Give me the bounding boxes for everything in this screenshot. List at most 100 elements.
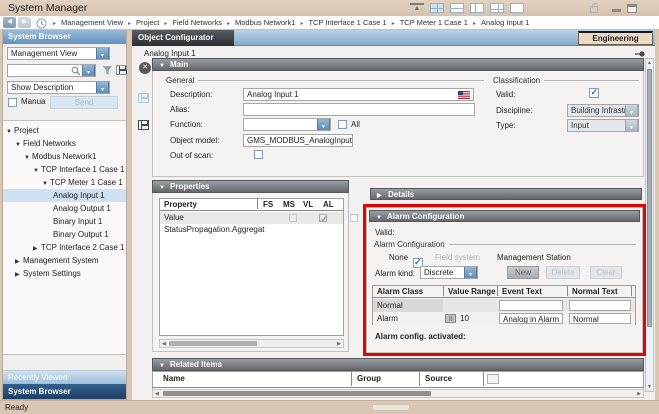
ms-checkbox[interactable] <box>319 214 327 222</box>
chevron-down-icon[interactable] <box>96 81 109 94</box>
column-header[interactable]: Event Text <box>502 286 542 298</box>
collapse-icon[interactable]: ▼ <box>159 360 170 372</box>
valid-checkbox[interactable] <box>589 88 599 98</box>
tree-item-binary-input-1[interactable]: Binary Input 1 <box>3 215 126 228</box>
back-button[interactable]: ◀ <box>3 17 16 28</box>
breadcrumb-item[interactable]: TCP Meter 1 Case 1 <box>387 18 468 27</box>
splitter-grip[interactable] <box>372 404 410 411</box>
table-row[interactable]: Value <box>160 212 343 224</box>
search-input[interactable] <box>7 64 96 77</box>
column-header[interactable]: Property <box>164 199 197 211</box>
scrollbar-thumb[interactable] <box>169 341 257 346</box>
column-header[interactable]: Group <box>357 372 381 386</box>
collapse-icon[interactable]: ▶ <box>377 191 388 202</box>
delete-button[interactable]: Delete <box>546 266 580 279</box>
column-header[interactable]: Value Range <box>448 286 496 298</box>
discipline-dropdown[interactable]: Building Infrastructu <box>567 104 639 117</box>
alias-input[interactable] <box>243 103 475 116</box>
table-row[interactable]: Normal <box>373 299 635 312</box>
type-dropdown[interactable]: Input <box>567 119 639 132</box>
tree-item-system-settings[interactable]: ▶System Settings <box>3 267 126 280</box>
expand-icon[interactable]: ▼ <box>24 152 32 163</box>
save-filter-icon[interactable] <box>116 65 127 75</box>
scrollbar-thumb[interactable] <box>163 391 431 396</box>
save-icon[interactable] <box>138 93 149 103</box>
column-header[interactable]: Name <box>163 372 185 386</box>
expand-icon[interactable]: ▼ <box>6 126 14 137</box>
tab-system-browser[interactable]: System Browser <box>3 384 126 399</box>
chevron-down-icon[interactable] <box>317 118 330 131</box>
out-of-scan-checkbox[interactable] <box>254 150 263 159</box>
event-text-input[interactable] <box>499 300 563 311</box>
collapse-icon[interactable]: ▼ <box>159 60 170 72</box>
tree-item-analog-output-1[interactable]: Analog Output 1 <box>3 202 126 215</box>
expand-icon[interactable]: ▼ <box>15 139 23 150</box>
section-header-related-items[interactable]: ▼Related Items <box>152 358 644 371</box>
column-header[interactable]: FS <box>263 199 273 211</box>
section-header-details[interactable]: ▶Details <box>370 188 642 200</box>
normal-text-input[interactable] <box>569 300 631 311</box>
column-header[interactable]: Alarm Class <box>377 286 423 298</box>
tree-item-modbus-network1[interactable]: ▼Modbus Network1 <box>3 150 126 163</box>
normal-text-input[interactable]: Normal <box>569 313 631 324</box>
layout-single-icon[interactable] <box>510 3 524 13</box>
layout-quad-icon[interactable] <box>430 3 444 13</box>
section-header-properties[interactable]: ▼Properties <box>152 180 349 193</box>
expand-icon[interactable]: ▶ <box>15 256 23 267</box>
new-button[interactable]: New <box>507 266 539 279</box>
collapse-icon[interactable]: ▼ <box>376 213 387 224</box>
view-dropdown[interactable]: Management View <box>7 47 110 60</box>
forward-button[interactable]: ▶ <box>18 17 31 28</box>
collapse-icon[interactable]: ▼ <box>159 182 170 194</box>
tree-item-tcp-interface-1[interactable]: ▼TCP Interface 1 Case 1 <box>3 163 126 176</box>
layout-rows-icon[interactable] <box>450 3 464 13</box>
minimize-button[interactable] <box>612 9 621 12</box>
event-text-input[interactable]: Analog in Alarm <box>499 313 563 324</box>
vertical-scrollbar[interactable]: ▲ ▼ <box>645 58 654 392</box>
breadcrumb-item[interactable]: TCP Interface 1 Case 1 <box>295 18 386 27</box>
tree-item-tcp-meter-1[interactable]: ▼TCP Meter 1 Case 1 <box>3 176 126 189</box>
column-header[interactable]: Source <box>425 372 452 386</box>
collapse-top-icon[interactable]: ▲ <box>410 3 424 13</box>
tree-item-binary-output-1[interactable]: Binary Output 1 <box>3 228 126 241</box>
expand-icon[interactable]: ▶ <box>15 269 23 280</box>
properties-horizontal-scrollbar[interactable]: ◀▶ <box>159 339 344 348</box>
chevron-down-icon[interactable] <box>96 47 109 60</box>
us-flag-icon[interactable] <box>458 91 470 99</box>
manual-checkbox[interactable] <box>8 98 17 107</box>
display-mode-dropdown[interactable]: Show Description <box>7 81 110 94</box>
save-all-icon[interactable] <box>138 120 149 130</box>
send-button[interactable]: Send <box>50 96 118 109</box>
chevron-down-icon[interactable] <box>464 266 477 279</box>
all-checkbox[interactable] <box>338 120 347 129</box>
breadcrumb-item[interactable]: Analog Input 1 <box>468 18 529 27</box>
column-header[interactable]: MS <box>283 199 295 211</box>
tab-recently-viewed[interactable]: Recently Viewed <box>3 370 126 384</box>
history-clock-icon[interactable] <box>36 18 47 29</box>
section-header-alarm-configuration[interactable]: ▼Alarm Configuration <box>369 210 640 222</box>
chevron-down-icon[interactable] <box>82 64 95 77</box>
clear-button[interactable]: Clear <box>590 266 622 279</box>
expand-icon[interactable]: ▶ <box>33 243 41 254</box>
tree-item-analog-input-1[interactable]: Analog Input 1 <box>3 189 126 202</box>
layout-columns-icon[interactable] <box>470 3 484 13</box>
expand-icon[interactable]: ▼ <box>42 178 50 189</box>
breadcrumb-item[interactable]: Modbus Network1 <box>222 18 295 27</box>
function-dropdown[interactable] <box>243 118 331 131</box>
related-items-horizontal-scrollbar[interactable]: ◀▶ <box>152 389 644 398</box>
filter-icon[interactable] <box>102 65 113 76</box>
breadcrumb-item[interactable]: Management View <box>48 18 123 27</box>
expand-icon[interactable]: ▼ <box>33 165 41 176</box>
section-header-main[interactable]: ▼Main <box>152 58 644 71</box>
tree-item-field-networks[interactable]: ▼Field Networks <box>3 137 126 150</box>
table-row[interactable]: StatusPropagation.Aggregat <box>160 224 343 236</box>
header-options-cell[interactable] <box>487 374 499 384</box>
value-range-button[interactable]: || <box>445 314 456 323</box>
alarm-kind-dropdown[interactable]: Discrete <box>420 266 478 279</box>
tree-item-management-system[interactable]: ▶Management System <box>3 254 126 267</box>
object-model-input[interactable]: GMS_MODBUS_AnalogInput <box>243 134 353 147</box>
description-input[interactable]: Analog Input 1 <box>243 88 474 101</box>
pin-icon[interactable] <box>635 50 645 58</box>
tree-item-tcp-interface-2[interactable]: ▶TCP Interface 2 Case 1 <box>3 241 126 254</box>
column-header[interactable]: Normal Text <box>572 286 618 298</box>
